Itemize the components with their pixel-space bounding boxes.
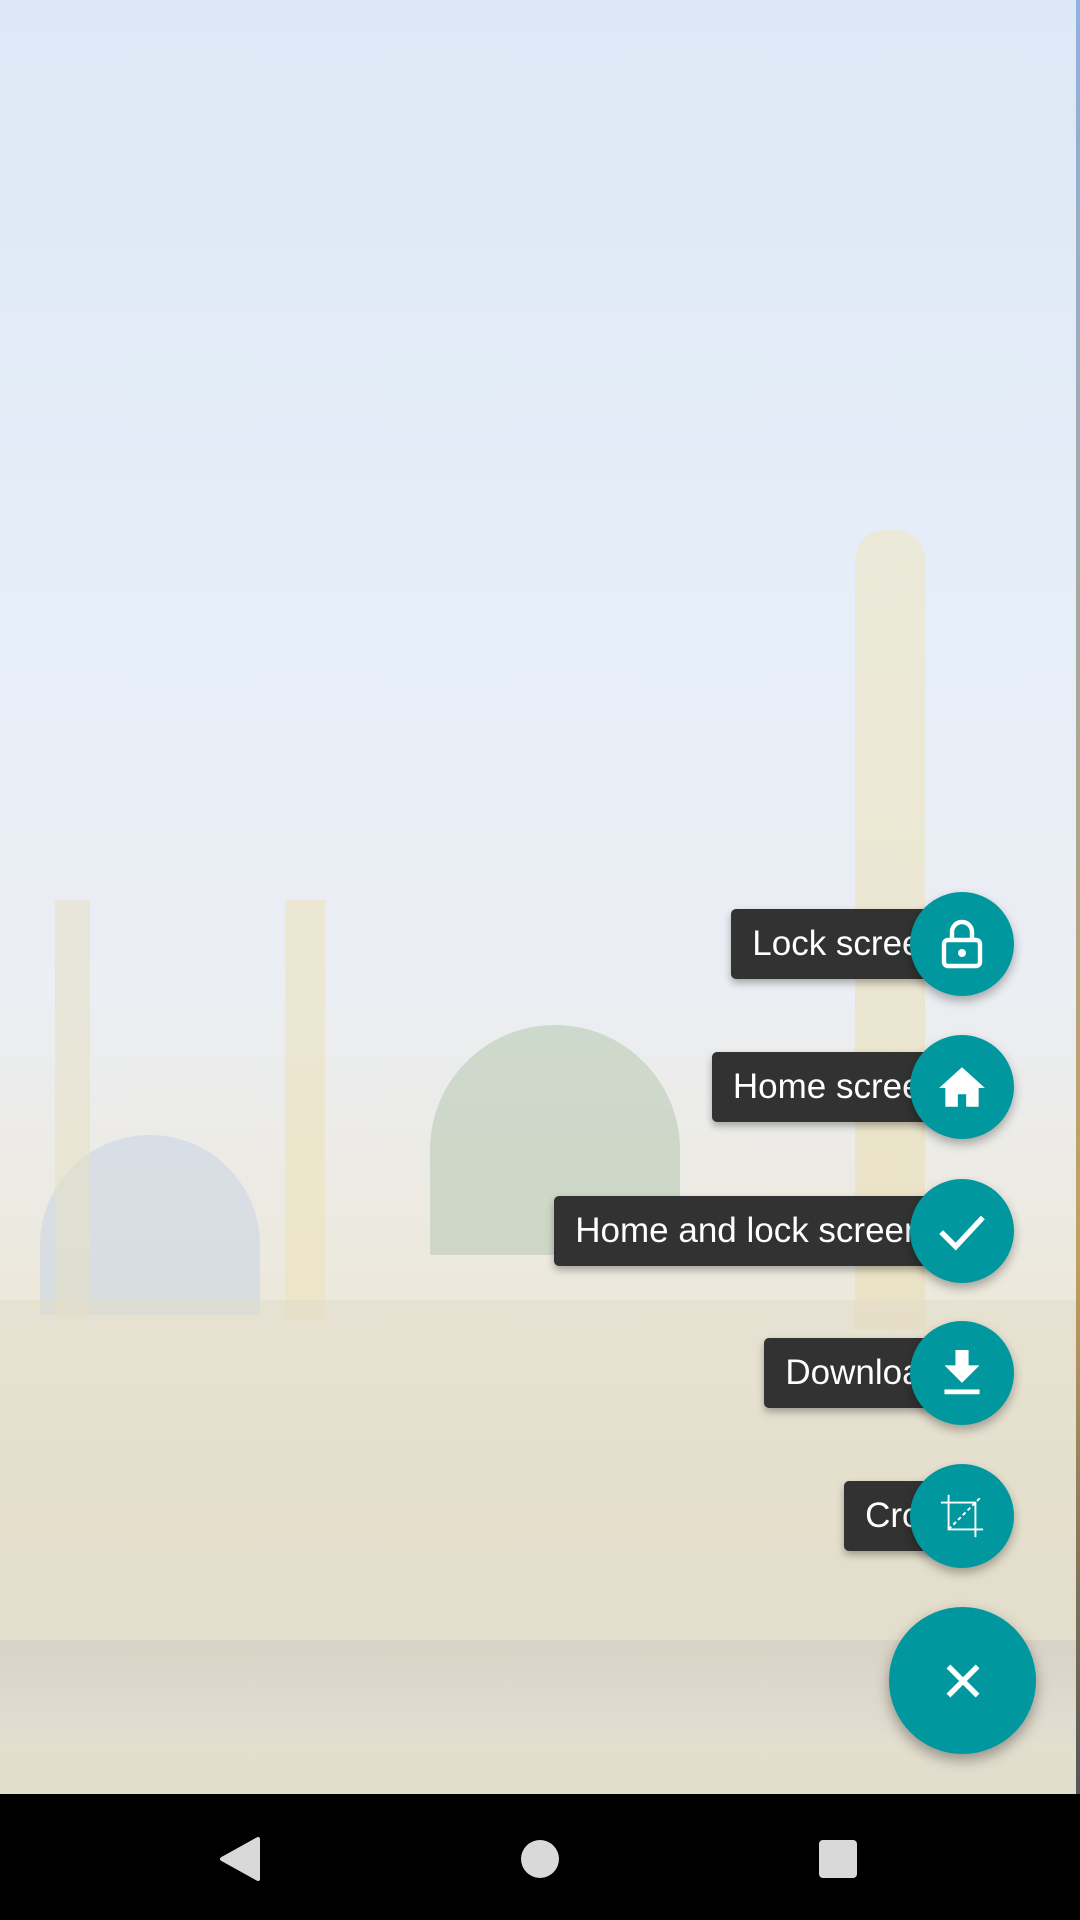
recents-icon — [819, 1840, 857, 1878]
home-and-lock-label[interactable]: Home and lock screens — [554, 1196, 962, 1266]
screen-edge — [1076, 0, 1080, 1794]
lock-icon — [941, 919, 983, 969]
close-menu-button[interactable] — [889, 1607, 1036, 1754]
menu-item-home-and-lock-screens[interactable]: Home and lock screens — [554, 1196, 962, 1266]
close-icon — [946, 1664, 979, 1697]
home-circle-icon — [521, 1840, 559, 1878]
download-button[interactable] — [910, 1321, 1014, 1425]
home-and-lock-button[interactable] — [910, 1179, 1014, 1283]
home-icon — [939, 1067, 985, 1107]
recents-button[interactable] — [803, 1824, 873, 1894]
back-button[interactable] — [205, 1824, 275, 1894]
crop-button[interactable] — [910, 1464, 1014, 1568]
back-icon — [220, 1837, 260, 1881]
lock-screen-button[interactable] — [910, 892, 1014, 996]
check-icon — [939, 1215, 985, 1251]
home-screen-button[interactable] — [910, 1035, 1014, 1139]
crop-icon — [940, 1494, 984, 1538]
navigation-bar — [0, 1794, 1080, 1920]
home-nav-button[interactable] — [505, 1824, 575, 1894]
download-icon — [944, 1350, 980, 1395]
